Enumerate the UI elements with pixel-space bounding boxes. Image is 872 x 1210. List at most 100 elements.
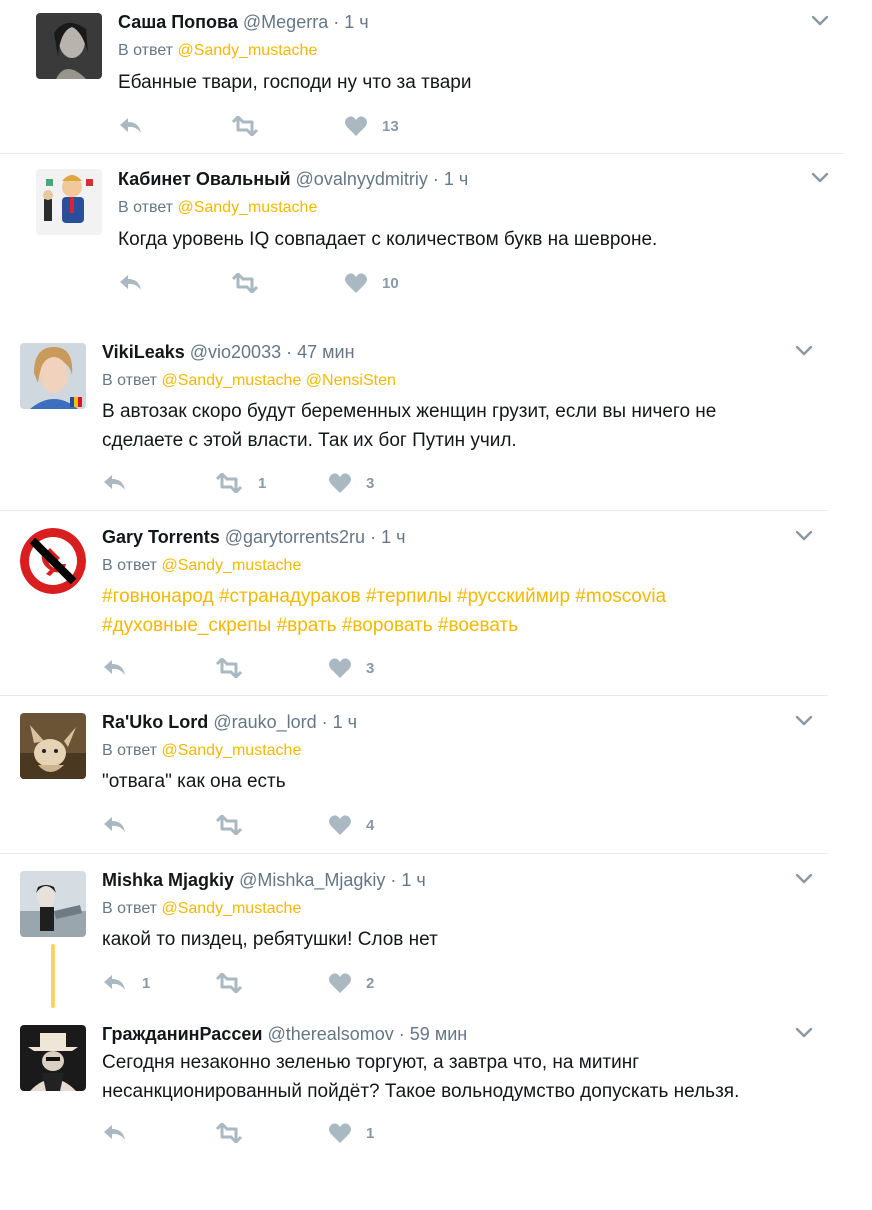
chevron-down-icon[interactable] — [809, 9, 831, 31]
display-name[interactable]: Кабинет Овальный — [118, 169, 291, 189]
tweet-header: Mishka Mjagkiy @Mishka_Mjagkiy · 1 ч — [102, 869, 426, 891]
retweet-button[interactable] — [230, 114, 274, 138]
username[interactable]: @therealsomov — [267, 1024, 393, 1044]
retweet-button[interactable] — [214, 971, 258, 995]
reply-button[interactable]: 1 — [102, 971, 150, 995]
timestamp[interactable]: 59 мин — [410, 1024, 467, 1044]
tweet[interactable]: Кабинет Овальный @ovalnyydmitriy · 1 ч В… — [0, 154, 872, 304]
reply-button[interactable] — [102, 1121, 142, 1145]
tweet[interactable]: VikiLeaks @vio20033 · 47 мин В ответ @Sa… — [0, 326, 872, 511]
mention-link[interactable]: @Sandy_mustache — [177, 42, 317, 59]
display-name[interactable]: Gary Torrents — [102, 527, 220, 547]
retweet-button[interactable] — [214, 656, 258, 680]
like-button[interactable]: 3 — [328, 471, 374, 495]
hashtag-link[interactable]: #врать — [277, 615, 337, 636]
display-name[interactable]: Mishka Mjagkiy — [102, 870, 234, 890]
retweet-icon — [214, 973, 244, 993]
timestamp[interactable]: 1 ч — [344, 12, 368, 32]
hashtag-link[interactable]: #воевать — [438, 615, 518, 636]
chevron-down-icon[interactable] — [793, 524, 815, 546]
like-button[interactable]: 10 — [344, 271, 399, 295]
display-name[interactable]: ГражданинРассеи — [102, 1024, 262, 1044]
tweet-text-line: несанкционированный пойдёт? Такое вольно… — [102, 1081, 740, 1102]
username[interactable]: @rauko_lord — [213, 712, 316, 732]
mention-link[interactable]: @Sandy_mustache — [177, 199, 317, 216]
like-count: 3 — [366, 659, 375, 677]
separator-dot: · — [390, 870, 397, 890]
tweet[interactable]: ГражданинРассеи @therealsomov · 59 мин С… — [0, 1010, 872, 1170]
username[interactable]: @Mishka_Mjagkiy — [239, 870, 385, 890]
tweet-actions: 13 — [118, 114, 518, 138]
username[interactable]: @ovalnyydmitriy — [296, 169, 428, 189]
like-count: 10 — [382, 274, 399, 292]
chevron-down-icon[interactable] — [793, 867, 815, 889]
username[interactable]: @vio20033 — [190, 342, 281, 362]
timestamp[interactable]: 1 ч — [401, 870, 425, 890]
tweet[interactable]: Mishka Mjagkiy @Mishka_Mjagkiy · 1 ч В о… — [0, 854, 872, 1010]
tweet-text-line: В автозак скоро будут беременных женщин … — [102, 401, 717, 422]
display-name[interactable]: Ra'Uko Lord — [102, 712, 208, 732]
tweet[interactable]: Саша Попова @Megerra · 1 ч В ответ @Sand… — [0, 0, 872, 154]
reply-button[interactable] — [118, 271, 158, 295]
avatar[interactable] — [36, 169, 102, 235]
avatar[interactable] — [20, 343, 86, 409]
avatar[interactable] — [20, 713, 86, 779]
reply-button[interactable] — [102, 471, 142, 495]
retweet-button[interactable] — [214, 1121, 258, 1145]
mention-link[interactable]: @Sandy_mustache — [161, 557, 301, 574]
mention-link[interactable]: @Sandy_mustache — [161, 372, 301, 389]
username[interactable]: @garytorrents2ru — [225, 527, 365, 547]
reply-prefix: В ответ — [102, 742, 158, 759]
avatar[interactable] — [20, 871, 86, 937]
like-button[interactable]: 2 — [328, 971, 374, 995]
retweet-button[interactable] — [230, 271, 274, 295]
hashtag-link[interactable]: #духовные_скрепы — [102, 615, 271, 636]
chevron-down-icon[interactable] — [793, 339, 815, 361]
avatar[interactable] — [20, 1025, 86, 1091]
reply-icon — [102, 1123, 128, 1143]
tweet[interactable]: Ra'Uko Lord @rauko_lord · 1 ч В ответ @S… — [0, 696, 872, 854]
chevron-down-icon[interactable] — [793, 1021, 815, 1043]
hashtag-link[interactable]: #русскиймир — [457, 586, 570, 607]
reply-context: В ответ @Sandy_mustache @NensiSten — [102, 371, 396, 391]
reply-prefix: В ответ — [102, 900, 158, 917]
hashtag-link[interactable]: #странадураков — [219, 586, 361, 607]
hashtag-link[interactable]: #moscovia — [575, 586, 666, 607]
tweet-header: ГражданинРассеи @therealsomov · 59 мин — [102, 1023, 467, 1045]
mention-link[interactable]: @NensiSten — [306, 372, 396, 389]
reply-prefix: В ответ — [118, 42, 174, 59]
display-name[interactable]: Саша Попова — [118, 12, 238, 32]
chevron-down-icon[interactable] — [809, 166, 831, 188]
mention-link[interactable]: @Sandy_mustache — [161, 900, 301, 917]
tweet-header: Gary Torrents @garytorrents2ru · 1 ч — [102, 526, 405, 548]
heart-icon — [328, 814, 352, 836]
mention-link[interactable]: @Sandy_mustache — [161, 742, 301, 759]
timestamp[interactable]: 1 ч — [333, 712, 357, 732]
tweet[interactable]: Gary Torrents @garytorrents2ru · 1 ч В о… — [0, 511, 872, 696]
reply-context: В ответ @Sandy_mustache — [118, 41, 317, 61]
like-button[interactable]: 4 — [328, 813, 374, 837]
reply-button[interactable] — [102, 656, 142, 680]
heart-icon — [344, 272, 368, 294]
retweet-button[interactable]: 1 — [214, 471, 266, 495]
hashtag-link[interactable]: #терпилы — [366, 586, 452, 607]
like-button[interactable]: 1 — [328, 1121, 374, 1145]
tweet-header: VikiLeaks @vio20033 · 47 мин — [102, 341, 355, 363]
avatar[interactable] — [36, 13, 102, 79]
avatar[interactable] — [20, 528, 86, 594]
hashtag-link[interactable]: #воровать — [342, 615, 433, 636]
reply-button[interactable] — [118, 114, 158, 138]
timestamp[interactable]: 47 мин — [297, 342, 354, 362]
timestamp[interactable]: 1 ч — [381, 527, 405, 547]
chevron-down-icon[interactable] — [793, 709, 815, 731]
username[interactable]: @Megerra — [243, 12, 328, 32]
like-button[interactable]: 13 — [344, 114, 399, 138]
retweet-button[interactable] — [214, 813, 258, 837]
like-button[interactable]: 3 — [328, 656, 374, 680]
hashtag-link[interactable]: #говнонарод — [102, 586, 214, 607]
like-count: 13 — [382, 117, 399, 135]
tweet-text: "отвага" как она есть — [102, 771, 286, 792]
display-name[interactable]: VikiLeaks — [102, 342, 185, 362]
timestamp[interactable]: 1 ч — [444, 169, 468, 189]
reply-button[interactable] — [102, 813, 142, 837]
